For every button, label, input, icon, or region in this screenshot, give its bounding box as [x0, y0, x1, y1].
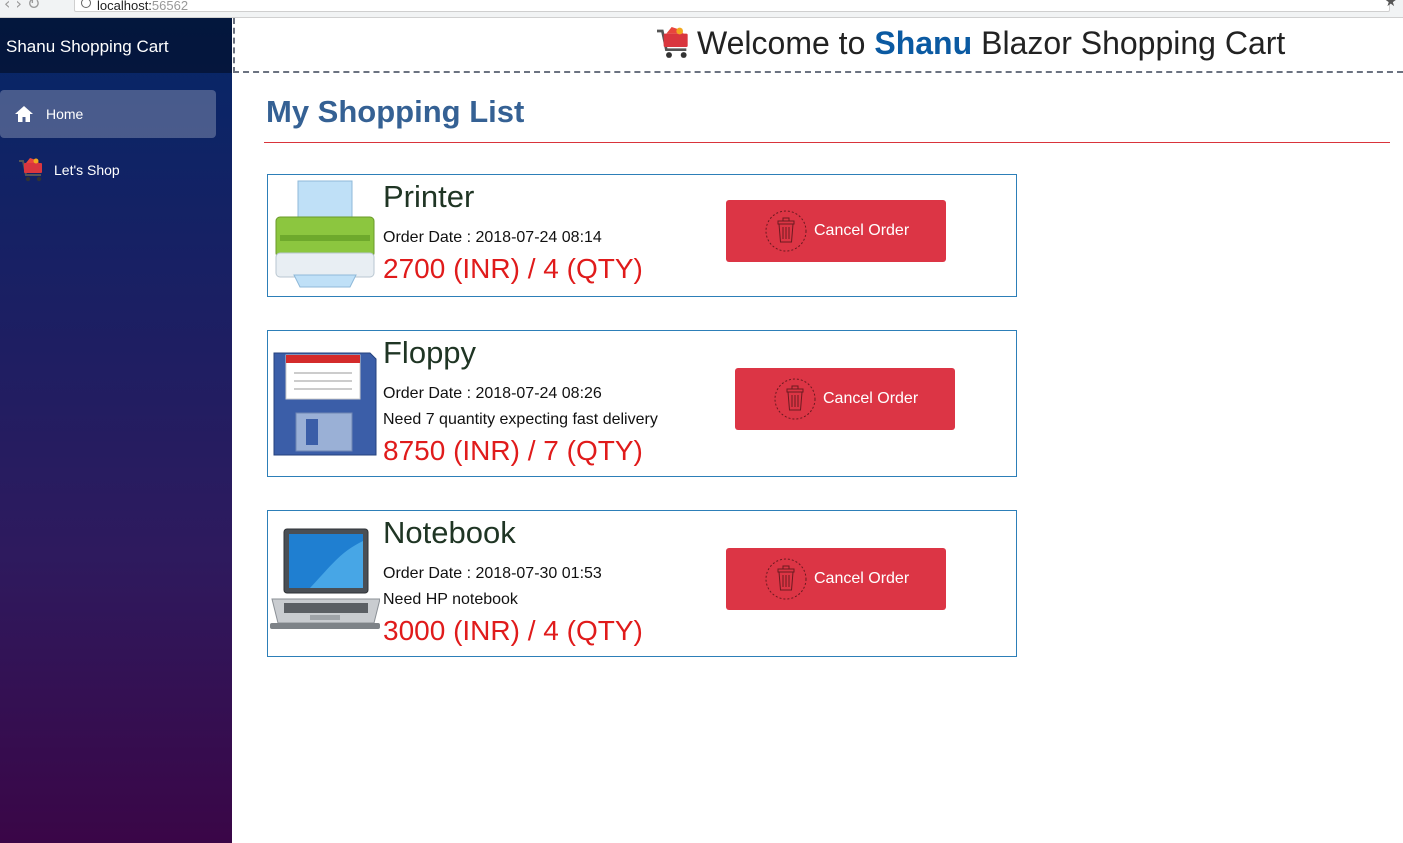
cart-icon [16, 155, 46, 185]
sidebar-item-lets-shop[interactable]: Let's Shop [0, 146, 216, 194]
cancel-order-button[interactable]: Cancel Order [726, 200, 946, 262]
cancel-order-button[interactable]: Cancel Order [735, 368, 955, 430]
sidebar: Shanu Shopping Cart Home Let's Shop [0, 18, 232, 843]
order-date: Order Date : 2018-07-24 08:26 [383, 385, 602, 402]
title-divider [264, 142, 1390, 143]
bookmark-star-icon[interactable]: ★ [1384, 0, 1397, 10]
product-name: Printer [383, 179, 475, 214]
order-card-notebook: Notebook Order Date : 2018-07-30 01:53 N… [267, 510, 1017, 657]
welcome-prefix: Welcome to [697, 24, 866, 61]
order-price: 8750 (INR) / 7 (QTY) [383, 435, 643, 466]
welcome-suffix: Blazor Shopping Cart [981, 24, 1286, 61]
back-forward-reload-icons[interactable]: ‹ › ↻ [4, 0, 40, 13]
floppy-image [270, 349, 380, 459]
sidebar-item-label: Let's Shop [54, 162, 120, 178]
cancel-order-label: Cancel Order [823, 390, 919, 407]
sidebar-item-label: Home [46, 106, 84, 122]
order-note: Need HP notebook [383, 591, 518, 608]
notebook-image [270, 527, 381, 637]
address-bar[interactable]: localhost:56562 [74, 0, 1390, 13]
order-date: Order Date : 2018-07-30 01:53 [383, 565, 602, 582]
product-name: Floppy [383, 335, 477, 370]
order-info: Printer Order Date : 2018-07-24 08:14 27… [383, 179, 643, 285]
trash-icon [764, 557, 808, 601]
url-text: localhost:56562 [97, 0, 189, 13]
cancel-order-label: Cancel Order [814, 570, 910, 587]
order-card-floppy: Floppy Order Date : 2018-07-24 08:26 Nee… [267, 330, 1017, 477]
browser-toolbar: ‹ › ↻ localhost:56562 ★ [0, 0, 1403, 18]
order-price: 2700 (INR) / 4 (QTY) [383, 253, 643, 284]
printer-image [270, 179, 380, 289]
page-title: My Shopping List [266, 94, 525, 129]
order-date: Order Date : 2018-07-24 08:14 [383, 229, 602, 246]
top-header: Welcome to Shanu Blazor Shopping Cart [233, 18, 1403, 73]
shopping-cart-icon [653, 23, 693, 63]
order-info: Notebook Order Date : 2018-07-30 01:53 N… [383, 515, 643, 647]
trash-icon [764, 209, 808, 253]
order-card-printer: Printer Order Date : 2018-07-24 08:14 27… [267, 174, 1017, 297]
welcome-brand: Shanu [874, 24, 973, 61]
order-note: Need 7 quantity expecting fast delivery [383, 411, 658, 428]
product-name: Notebook [383, 515, 516, 550]
trash-icon [773, 377, 817, 421]
sidebar-brand[interactable]: Shanu Shopping Cart [0, 18, 232, 73]
order-price: 3000 (INR) / 4 (QTY) [383, 615, 643, 646]
cancel-order-label: Cancel Order [814, 222, 910, 239]
welcome-banner: Welcome to Shanu Blazor Shopping Cart [653, 23, 1285, 63]
sidebar-item-home[interactable]: Home [0, 90, 216, 138]
info-icon[interactable] [81, 0, 91, 8]
home-icon [14, 105, 34, 123]
order-info: Floppy Order Date : 2018-07-24 08:26 Nee… [383, 335, 658, 467]
cancel-order-button[interactable]: Cancel Order [726, 548, 946, 610]
